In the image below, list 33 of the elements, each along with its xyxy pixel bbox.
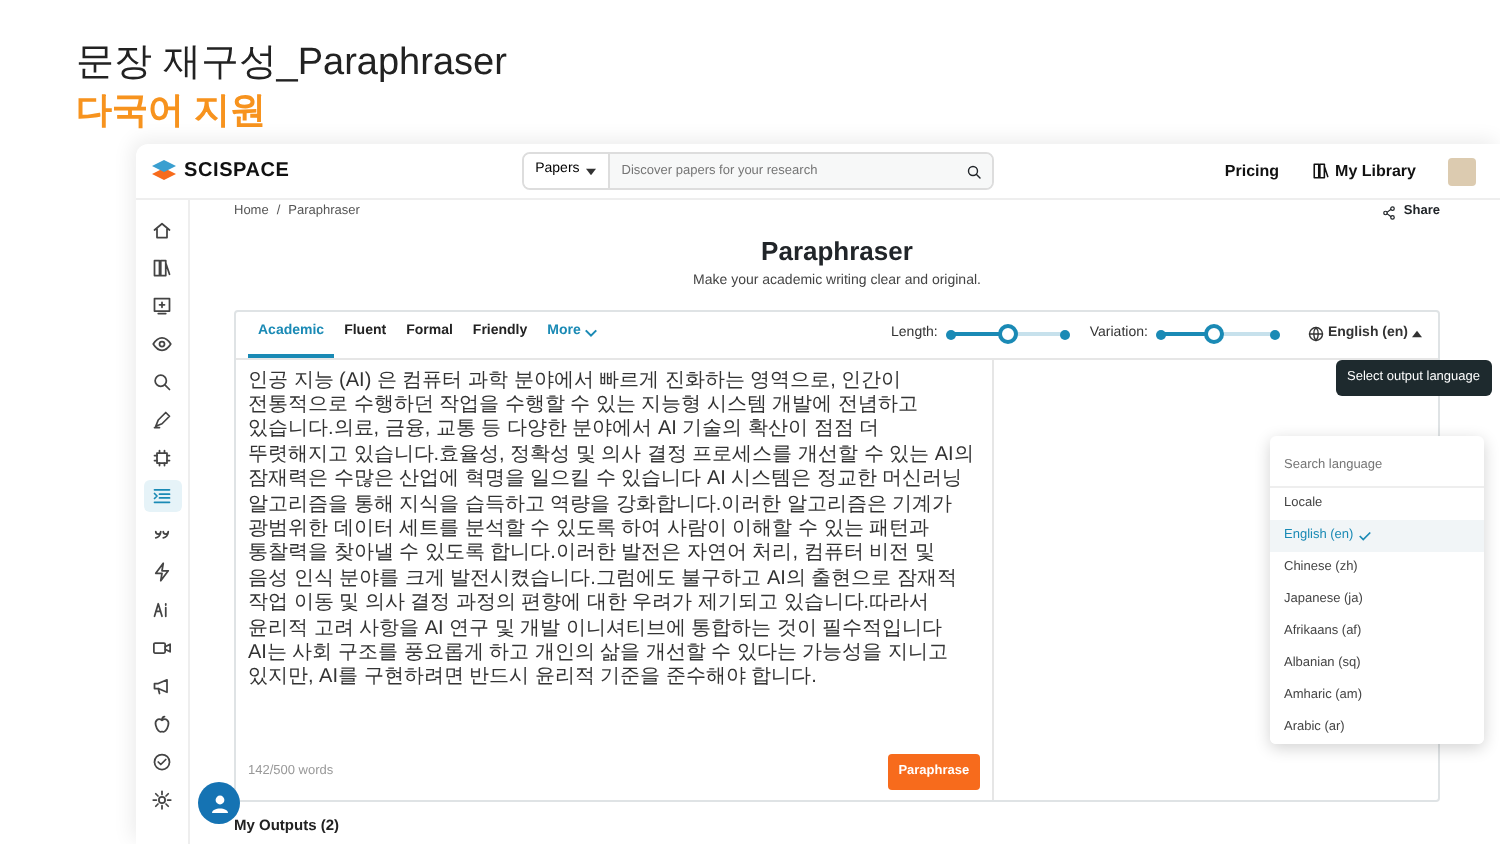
- search-icon: [152, 372, 172, 392]
- home-icon: [152, 220, 172, 240]
- pricing-link[interactable]: Pricing: [1224, 159, 1280, 183]
- video-icon: [152, 638, 172, 658]
- search-icon: [965, 163, 982, 179]
- caret-up-icon: [1412, 330, 1422, 338]
- pen-icon: [152, 410, 172, 430]
- page-title: Paraphraser: [759, 236, 915, 268]
- share-icon: [1381, 205, 1396, 219]
- chevron-down-icon: [584, 327, 599, 337]
- monitor-icon: [152, 296, 172, 316]
- list-icon: [152, 486, 172, 506]
- books-icon: [1311, 162, 1330, 180]
- input-text[interactable]: 인공 지능 (AI) 은 컴퓨터 과학 분야에서 빠르게 진화하는 영역으로, 인간이 전통적으로 수행하던 작업을 수행할 수 있는 지능형 시스템 개발에 전념하고 있습니다.의료, 금융, 교통 등 다양한 분야에서 AI 기술의 확산이 점점 더 뚜렷해지고 있습니다.효율성, 정확성 및 의사 결정 프로세스를 개선할 수 있는 AI의 잠재력은 수많은 산업에 혁명을 일으킬 수 있습니다 AI 시스템은 정교한 머신러닝 알고리즘을 통해 지식을 습득하고 역량을 강화합니다.이러한 알고리즘은 기계가 광범위한 데이터 세트를 분석할 수 있도록 하여 사람이 이해할 수 있는 패턴과 통찰력을 찾아낼 수 있도록 합니다.이러한 발전은 자연어 처리, 컴퓨터 비전 및 음성 인식 분야를 크게 발전시켰습니다.그럼에도 불구하고 AI의 출현으로 잠재적 작업 이동 및 의사 결정 과정의 편향에 대한 우려가 제기되고 있습니다.따라서 윤리적 고려 사항을 AI 연구 및 개발 이니셔티브에 통합하는 것이 필수적입니다 AI는 사회 구조를 풍요롭게 하고 개인의 삶을 개선할 수 있다는 가능성을 지니고 있지만, AI를 구현하려면 반드시 윤리적 기준을 준수해야 합니다.: [248, 369, 980, 692]
- slider-thumb[interactable]: [1204, 324, 1225, 344]
- eye-icon: [152, 334, 172, 354]
- person-icon: [209, 793, 229, 813]
- megaphone-icon: [152, 676, 172, 696]
- logo-text[interactable]: SCISPACE: [184, 156, 290, 186]
- books-icon: [152, 258, 172, 278]
- globe-icon: [1307, 326, 1324, 342]
- badge-icon: [152, 752, 172, 772]
- lightning-icon: [152, 562, 172, 582]
- ai-icon: [152, 600, 172, 620]
- slide-title: 문장 재구성_Paraphraser: [76, 40, 509, 88]
- logo-icon: [152, 158, 176, 184]
- caret-icon: [585, 167, 596, 175]
- library-link[interactable]: My Library: [1311, 159, 1416, 183]
- slide-subtitle: 다국어 지원: [76, 88, 269, 132]
- apple-icon: [152, 714, 172, 734]
- chip-icon: [152, 448, 172, 468]
- slider-thumb[interactable]: [997, 324, 1018, 344]
- check-icon: [1357, 529, 1372, 542]
